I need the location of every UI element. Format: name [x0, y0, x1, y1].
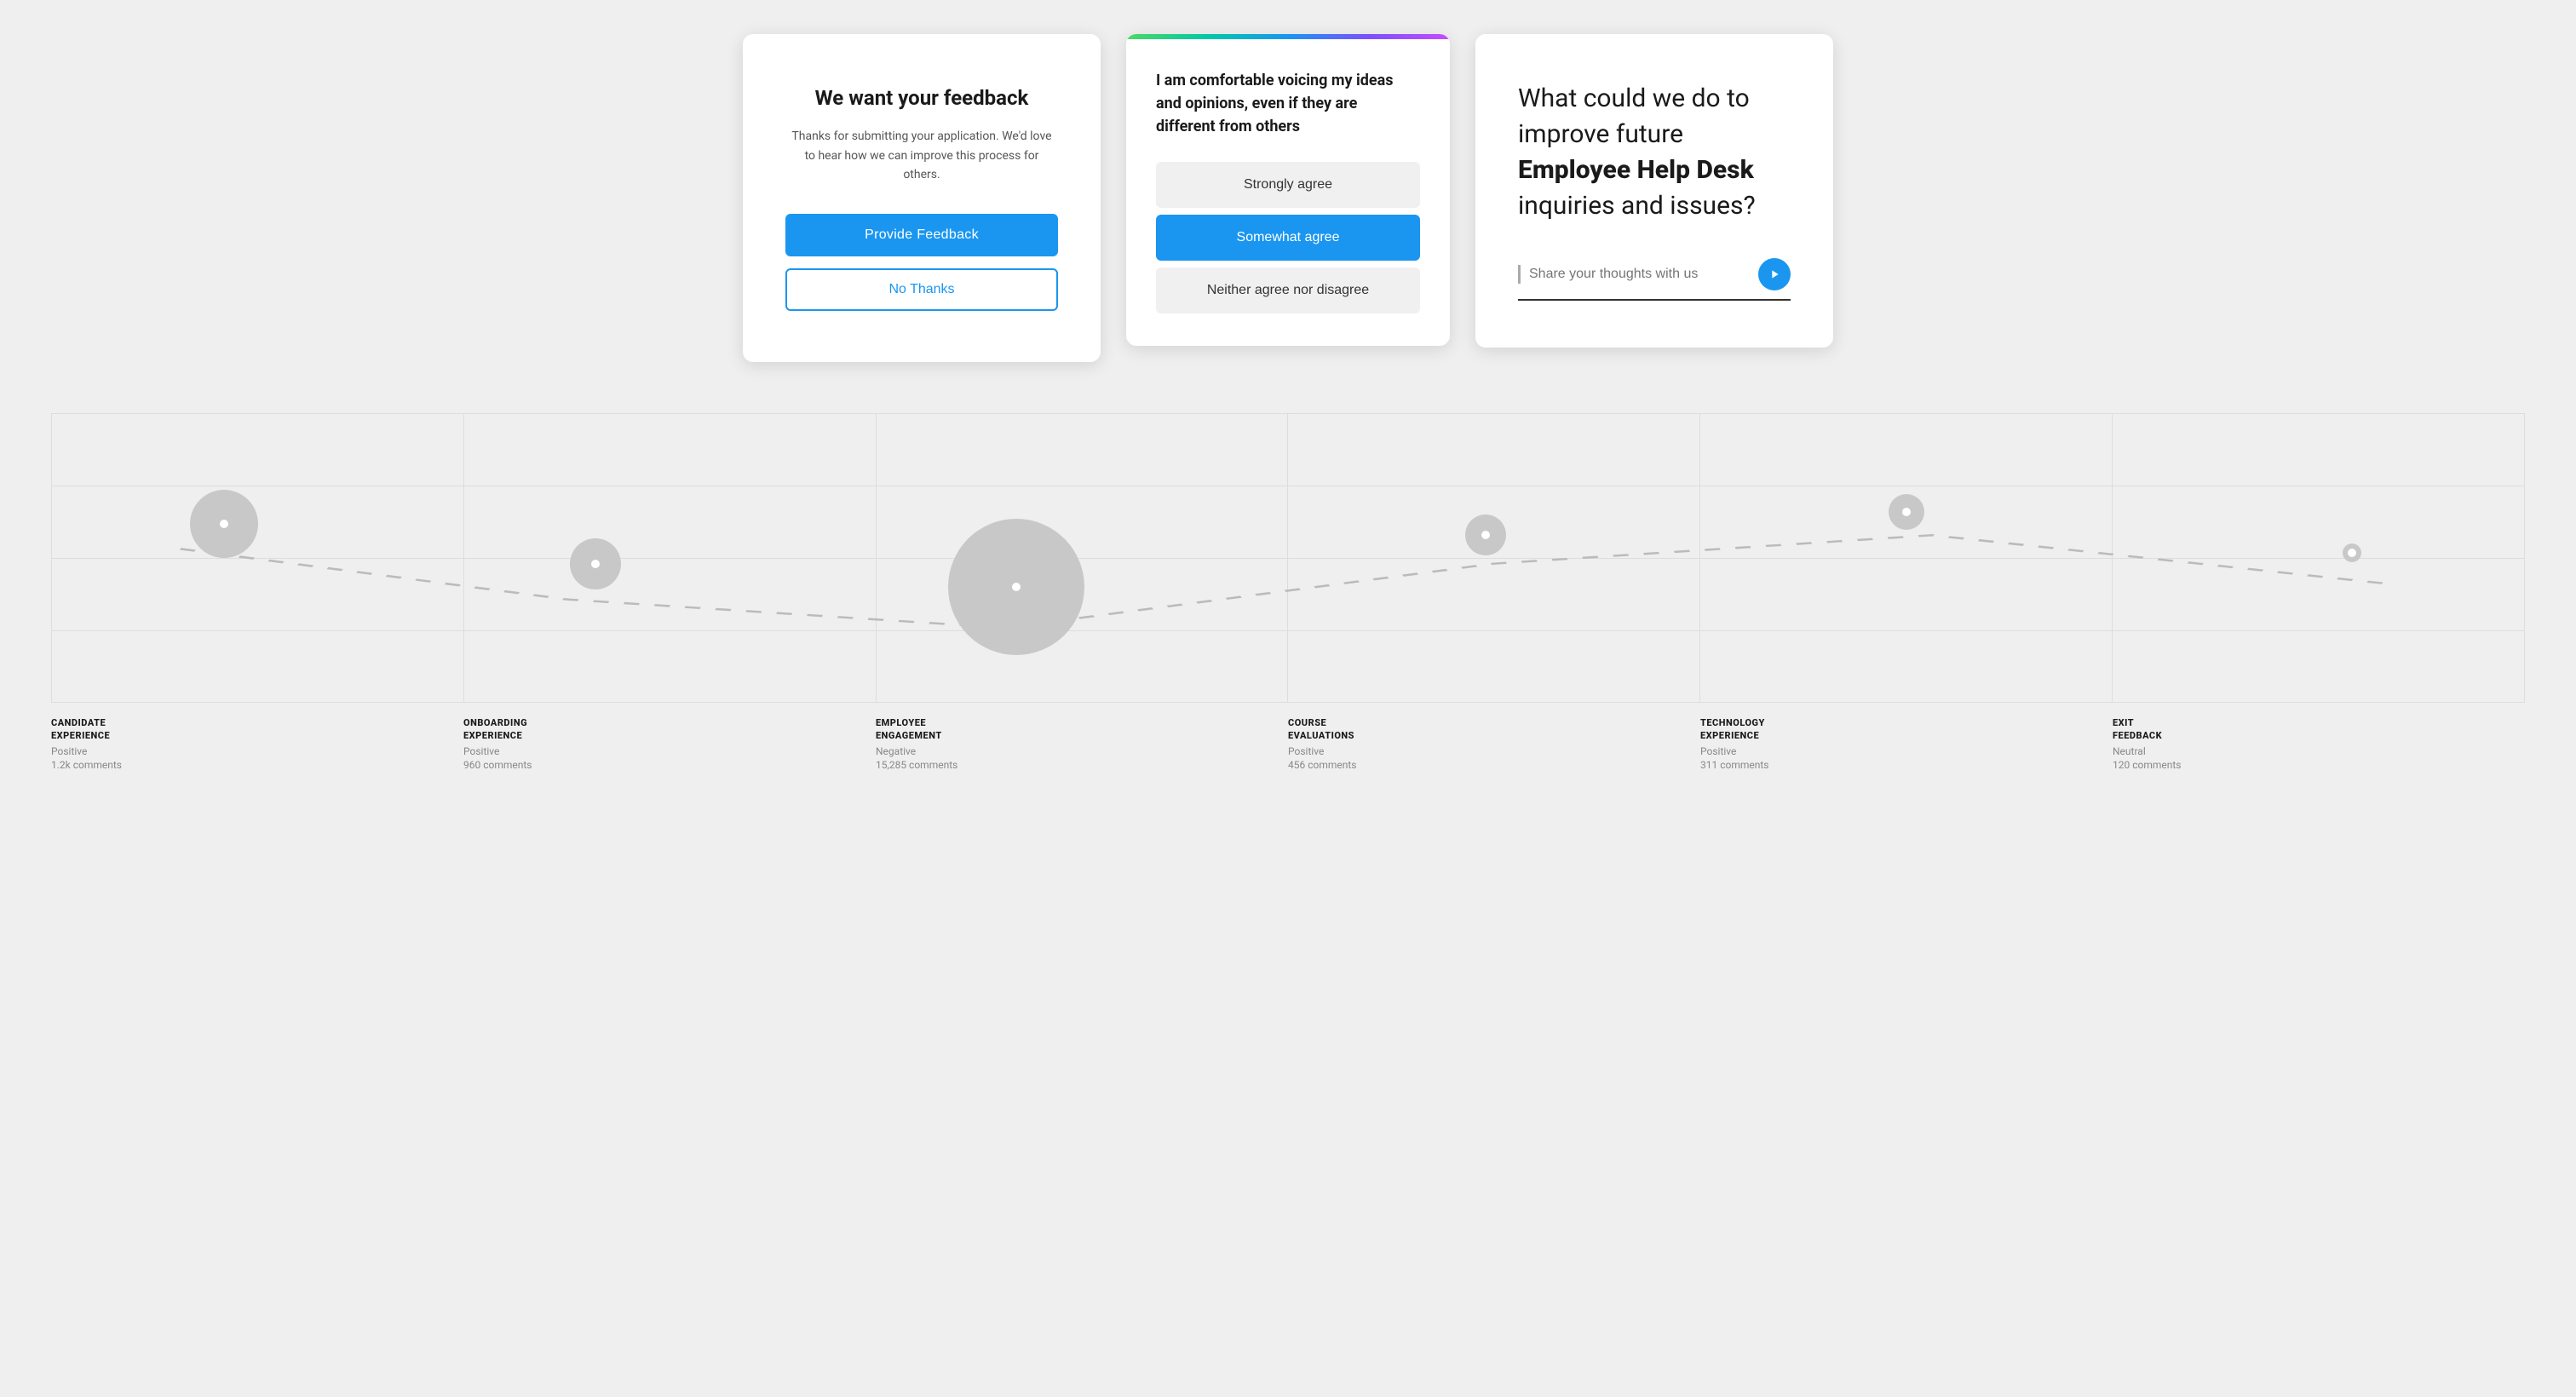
- category-item-0: CANDIDATEEXPERIENCE Positive 1.2k comments: [51, 716, 463, 772]
- page-container: We want your feedback Thanks for submitt…: [0, 0, 2576, 1397]
- send-button[interactable]: [1758, 258, 1791, 290]
- category-name: CANDIDATEEXPERIENCE: [51, 716, 463, 743]
- bubble-1: [570, 538, 621, 589]
- bubble-center-dot: [591, 560, 600, 568]
- bubble-5: [2343, 543, 2361, 562]
- input-cursor-bar: [1518, 265, 1521, 284]
- bubble-center-dot: [1012, 583, 1021, 591]
- category-sentiment: Positive: [51, 745, 463, 757]
- category-name: TECHNOLOGYEXPERIENCE: [1700, 716, 2113, 743]
- card1-subtitle: Thanks for submitting your application. …: [785, 127, 1058, 184]
- category-item-5: EXITFEEDBACK Neutral 120 comments: [2113, 716, 2525, 772]
- category-item-3: COURSEEVALUATIONS Positive 456 comments: [1288, 716, 1700, 772]
- card1-title: We want your feedback: [785, 85, 1058, 112]
- bubble-center-dot: [1481, 531, 1490, 539]
- category-sentiment: Positive: [1700, 745, 2113, 757]
- card3-title-end: inquiries and issues?: [1518, 191, 1756, 221]
- category-name: ONBOARDINGEXPERIENCE: [463, 716, 876, 743]
- survey-option-strongly-agree[interactable]: Strongly agree: [1156, 162, 1420, 208]
- card3-title-bold: Employee Help Desk: [1518, 155, 1754, 185]
- category-item-2: EMPLOYEEENGAGEMENT Negative 15,285 comment…: [876, 716, 1288, 772]
- bubble-4: [1889, 494, 1924, 530]
- cards-section: We want your feedback Thanks for submitt…: [0, 0, 2576, 362]
- bubble-2: [948, 519, 1084, 655]
- category-comments: 120 comments: [2113, 759, 2525, 771]
- bubble-center-dot: [220, 520, 228, 528]
- feedback-request-card: We want your feedback Thanks for submitt…: [743, 34, 1101, 362]
- category-name: EMPLOYEEENGAGEMENT: [876, 716, 1288, 743]
- feedback-text-input[interactable]: [1529, 267, 1750, 282]
- category-name: EXITFEEDBACK: [2113, 716, 2525, 743]
- bubble-center-dot: [1902, 508, 1911, 516]
- card3-title-plain: What could we do to improve future: [1518, 83, 1750, 149]
- category-comments: 15,285 comments: [876, 759, 1288, 771]
- category-item-4: TECHNOLOGYEXPERIENCE Positive 311 comments: [1700, 716, 2113, 772]
- category-sentiment: Neutral: [2113, 745, 2525, 757]
- category-comments: 311 comments: [1700, 759, 2113, 771]
- no-thanks-button[interactable]: No Thanks: [785, 268, 1058, 311]
- text-input-wrapper: [1518, 258, 1791, 301]
- bubble-3: [1465, 515, 1506, 555]
- category-item-1: ONBOARDINGEXPERIENCE Positive 960 comments: [463, 716, 876, 772]
- survey-option-somewhat-agree[interactable]: Somewhat agree: [1156, 215, 1420, 261]
- survey-option-neither[interactable]: Neither agree nor disagree: [1156, 267, 1420, 313]
- category-comments: 960 comments: [463, 759, 876, 771]
- card3-title: What could we do to improve future Emplo…: [1518, 81, 1791, 224]
- survey-card: I am comfortable voicing my ideas and op…: [1126, 34, 1450, 346]
- survey-card-content: I am comfortable voicing my ideas and op…: [1126, 39, 1450, 346]
- send-icon: [1768, 267, 1781, 281]
- categories-row: CANDIDATEEXPERIENCEPositive1.2k comments…: [51, 716, 2525, 772]
- text-feedback-card: What could we do to improve future Emplo…: [1475, 34, 1833, 348]
- category-sentiment: Positive: [463, 745, 876, 757]
- bubble-0: [190, 490, 258, 558]
- bubbles-container: [51, 413, 2525, 703]
- category-sentiment: Positive: [1288, 745, 1700, 757]
- category-name: COURSEEVALUATIONS: [1288, 716, 1700, 743]
- survey-question: I am comfortable voicing my ideas and op…: [1156, 69, 1420, 138]
- category-comments: 456 comments: [1288, 759, 1700, 771]
- category-comments: 1.2k comments: [51, 759, 463, 771]
- provide-feedback-button[interactable]: Provide Feedback: [785, 214, 1058, 256]
- bubble-center-dot: [2348, 549, 2356, 557]
- chart-section: CANDIDATEEXPERIENCEPositive1.2k comments…: [0, 413, 2576, 771]
- category-sentiment: Negative: [876, 745, 1288, 757]
